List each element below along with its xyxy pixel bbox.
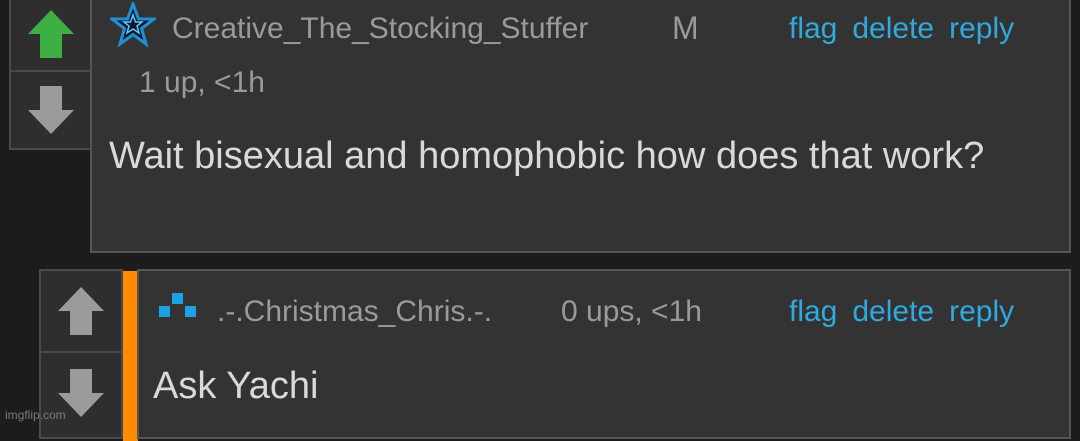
upvote-button-2[interactable] <box>41 271 121 351</box>
reply-link[interactable]: reply <box>949 12 1014 46</box>
comment-actions: flag delete reply <box>789 295 1014 329</box>
gender-badge: M <box>672 10 699 46</box>
comment-score: 0 ups, <1h <box>561 295 702 328</box>
arrow-up-icon <box>58 287 104 335</box>
flag-link[interactable]: flag <box>789 295 837 329</box>
delete-link[interactable]: delete <box>852 12 934 46</box>
vote-column-1 <box>9 0 93 150</box>
comment-2: .-.Christmas_Chris.-. 0 ups, <1h flag de… <box>137 269 1071 439</box>
delete-link[interactable]: delete <box>852 295 934 329</box>
comment-1: Creative_The_Stocking_Stuffer M flag del… <box>90 0 1071 253</box>
comment-username[interactable]: .-.Christmas_Chris.-. <box>217 295 492 329</box>
comment-actions: flag delete reply <box>789 12 1014 46</box>
arrow-down-icon <box>28 86 74 134</box>
comment-text: Ask Yachi <box>153 365 319 407</box>
watermark: imgflip.com <box>5 408 66 422</box>
pixel-blocks-icon <box>159 293 196 317</box>
reply-link[interactable]: reply <box>949 295 1014 329</box>
upvote-button-1[interactable] <box>11 0 91 70</box>
flag-link[interactable]: flag <box>789 12 837 46</box>
arrow-up-icon <box>28 10 74 58</box>
comment-score: 1 up, <1h <box>139 66 265 99</box>
comment-text: Wait bisexual and homophobic how does th… <box>109 135 985 177</box>
comment-username[interactable]: Creative_The_Stocking_Stuffer <box>172 12 588 46</box>
downvote-button-1[interactable] <box>11 72 91 148</box>
reply-indicator-bar <box>123 271 138 441</box>
star-icon <box>110 2 156 48</box>
